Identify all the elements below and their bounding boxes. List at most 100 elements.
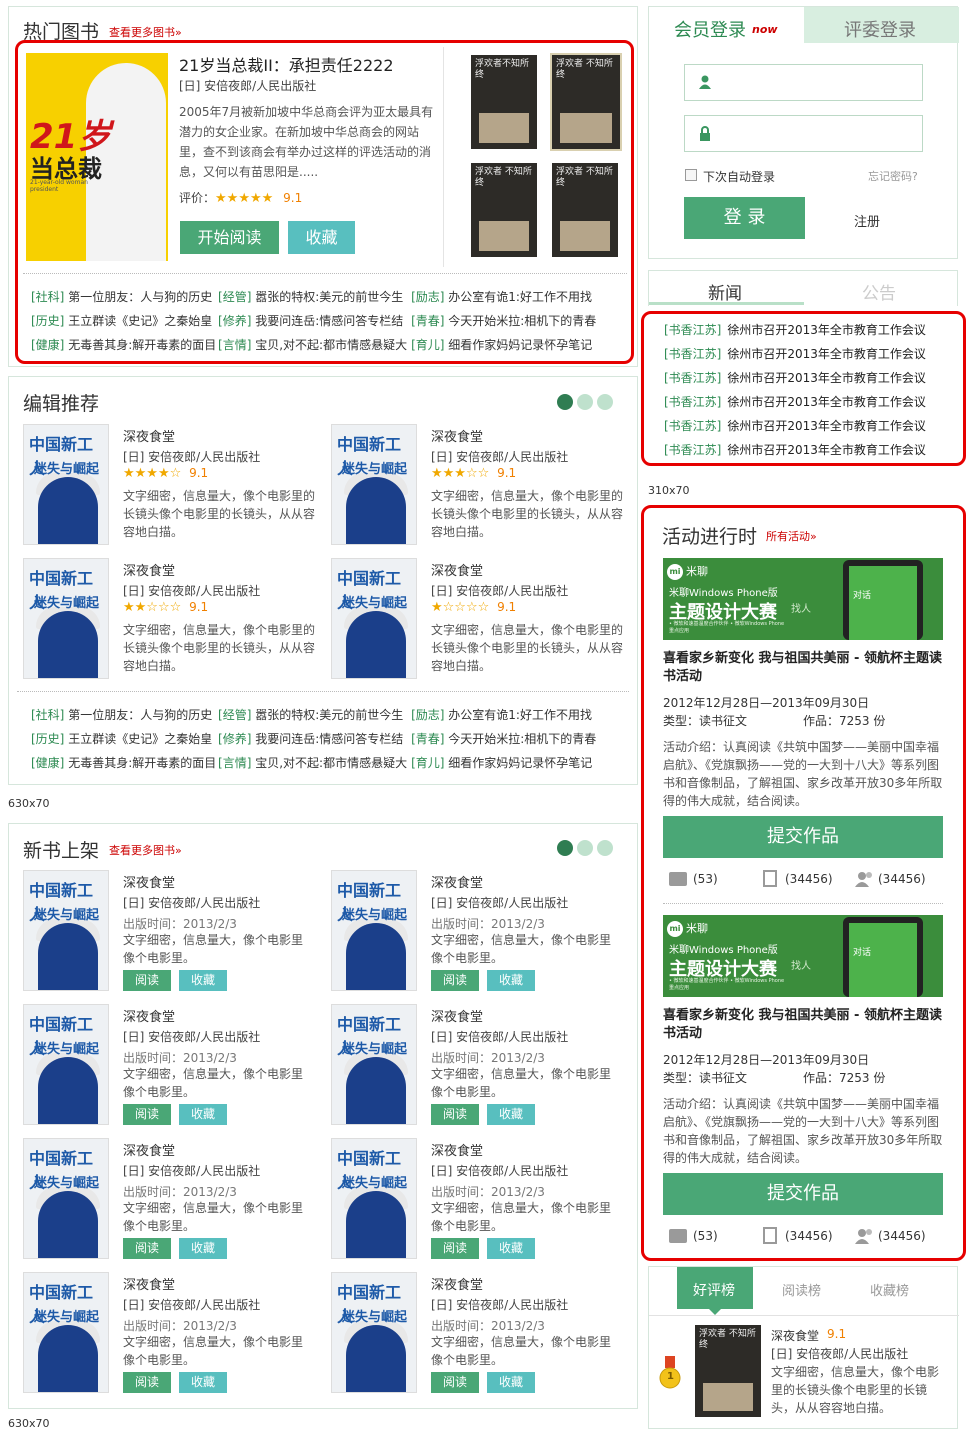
- carousel-dot[interactable]: [597, 840, 613, 856]
- hot-link-tag[interactable]: [修养]: [218, 314, 251, 328]
- hot-book-cover[interactable]: 21岁 当总裁 21-year-old woman president: [26, 53, 168, 261]
- news-item[interactable]: [书香江苏] 徐州市召开2013年全市教育工作会议: [664, 417, 926, 434]
- editor-link[interactable]: 我要问连岳:情感问答专栏结: [255, 730, 407, 747]
- register-link[interactable]: 注册: [854, 211, 880, 230]
- tab-member-login[interactable]: 会员登录 now: [649, 7, 804, 43]
- hot-link[interactable]: 我要问连岳:情感问答专栏结: [255, 312, 407, 329]
- news-item-tag[interactable]: [书香江苏]: [664, 419, 721, 433]
- newbook-fav-button[interactable]: 收藏: [179, 970, 227, 991]
- newbook-fav-button[interactable]: 收藏: [487, 1104, 535, 1125]
- activity-item-title[interactable]: 喜看家乡新变化 我与祖国共美丽 - 领航杯主题读书活动: [663, 650, 943, 686]
- editor-link[interactable]: 嚣张的特权:美元的前世今生: [255, 706, 407, 723]
- hot-link[interactable]: 细看作家妈妈记录怀孕笔记: [448, 338, 592, 352]
- tab-judge-login[interactable]: 评委登录: [804, 7, 959, 43]
- hot-link[interactable]: 办公室有诡1:好工作不用找: [448, 290, 592, 304]
- editor-book-cover[interactable]: 中国新工人 迷失与崛起: [331, 558, 417, 679]
- thumb-2[interactable]: 浮欢者 不知所终: [550, 53, 622, 151]
- news-item[interactable]: [书香江苏] 徐州市召开2013年全市教育工作会议: [664, 369, 926, 386]
- newbook-read-button[interactable]: 阅读: [431, 1104, 479, 1125]
- hot-link[interactable]: 王立群读《史记》之秦始皇: [68, 312, 214, 329]
- submit-work-button[interactable]: 提交作品: [663, 1173, 943, 1215]
- editor-link-tag[interactable]: [言情]: [218, 756, 251, 770]
- remember-label[interactable]: 下次自动登录: [703, 168, 775, 185]
- activity-more-link[interactable]: 所有活动»: [766, 528, 817, 544]
- newbook-read-button[interactable]: 阅读: [431, 970, 479, 991]
- newbook-fav-button[interactable]: 收藏: [487, 970, 535, 991]
- rank-book-title[interactable]: 深夜食堂: [771, 1327, 819, 1344]
- news-item-text[interactable]: 徐州市召开2013年全市教育工作会议: [727, 419, 926, 433]
- hot-link[interactable]: 嚣张的特权:美元的前世今生: [255, 288, 407, 305]
- news-item[interactable]: [书香江苏] 徐州市召开2013年全市教育工作会议: [664, 321, 926, 338]
- activity-item-title[interactable]: 喜看家乡新变化 我与祖国共美丽 - 领航杯主题读书活动: [663, 1007, 943, 1043]
- editor-link-tag[interactable]: [励志]: [411, 708, 444, 722]
- carousel-dot-active[interactable]: [557, 394, 573, 410]
- hot-link[interactable]: 宝贝,对不起:都市情感悬疑大: [255, 336, 407, 353]
- editor-book-title[interactable]: 深夜食堂: [431, 426, 483, 445]
- editor-link[interactable]: 王立群读《史记》之秦始皇: [68, 730, 214, 747]
- newbook-cover[interactable]: 中国新工人 迷失与崛起: [331, 870, 417, 991]
- editor-book-title[interactable]: 深夜食堂: [123, 560, 175, 579]
- login-button[interactable]: 登 录: [684, 197, 805, 239]
- carousel-dot[interactable]: [577, 840, 593, 856]
- hot-link[interactable]: 今天开始米拉:相机下的青春: [448, 314, 596, 328]
- newbook-cover[interactable]: 中国新工人 迷失与崛起: [331, 1138, 417, 1259]
- newbook-cover[interactable]: 中国新工人 迷失与崛起: [23, 870, 109, 991]
- news-item[interactable]: [书香江苏] 徐州市召开2013年全市教育工作会议: [664, 441, 926, 458]
- hot-fav-button[interactable]: 收藏: [288, 221, 355, 254]
- news-item-tag[interactable]: [书香江苏]: [664, 443, 721, 457]
- newbook-cover[interactable]: 中国新工人 迷失与崛起: [331, 1272, 417, 1393]
- editor-link-tag[interactable]: [青春]: [411, 732, 444, 746]
- news-item-tag[interactable]: [书香江苏]: [664, 371, 721, 385]
- hot-book-title[interactable]: 21岁当总裁II：承担责任2222: [179, 52, 394, 76]
- editor-link[interactable]: 无毒善其身:解开毒素的面目: [68, 754, 216, 771]
- hot-link-tag[interactable]: [健康]: [31, 338, 64, 352]
- newbook-title[interactable]: 深夜食堂: [431, 1274, 483, 1293]
- hot-link-tag[interactable]: [励志]: [411, 290, 444, 304]
- hot-link-tag[interactable]: [历史]: [31, 314, 64, 328]
- newbook-cover[interactable]: 中国新工人 迷失与崛起: [331, 1004, 417, 1125]
- newbook-read-button[interactable]: 阅读: [123, 1372, 171, 1393]
- editor-link-tag[interactable]: [社科]: [31, 708, 64, 722]
- thumb-3[interactable]: 浮欢者 不知所终: [471, 163, 537, 257]
- newbook-read-button[interactable]: 阅读: [123, 970, 171, 991]
- newbooks-more-link[interactable]: 查看更多图书»: [109, 842, 182, 858]
- username-field[interactable]: [684, 64, 923, 101]
- news-item[interactable]: [书香江苏] 徐州市召开2013年全市教育工作会议: [664, 393, 926, 410]
- hot-link-tag[interactable]: [经管]: [218, 290, 251, 304]
- password-field[interactable]: [684, 115, 923, 152]
- newbook-fav-button[interactable]: 收藏: [179, 1104, 227, 1125]
- editor-book-cover[interactable]: 中国新工人 迷失与崛起: [23, 558, 109, 679]
- newbook-fav-button[interactable]: 收藏: [179, 1372, 227, 1393]
- newbook-cover[interactable]: 中国新工人 迷失与崛起: [23, 1138, 109, 1259]
- hot-link-tag[interactable]: [育儿]: [411, 338, 444, 352]
- newbook-title[interactable]: 深夜食堂: [123, 872, 175, 891]
- editor-book-title[interactable]: 深夜食堂: [123, 426, 175, 445]
- newbook-fav-button[interactable]: 收藏: [487, 1372, 535, 1393]
- carousel-dot-active[interactable]: [557, 840, 573, 856]
- tab-fav-rank[interactable]: 收藏榜: [870, 1280, 909, 1299]
- newbook-title[interactable]: 深夜食堂: [123, 1140, 175, 1159]
- news-item-text[interactable]: 徐州市召开2013年全市教育工作会议: [727, 347, 926, 361]
- editor-link[interactable]: 细看作家妈妈记录怀孕笔记: [448, 756, 592, 770]
- news-item-tag[interactable]: [书香江苏]: [664, 395, 721, 409]
- editor-book-title[interactable]: 深夜食堂: [431, 560, 483, 579]
- carousel-dot[interactable]: [597, 394, 613, 410]
- hot-link-tag[interactable]: [言情]: [218, 338, 251, 352]
- news-item-text[interactable]: 徐州市召开2013年全市教育工作会议: [727, 371, 926, 385]
- remember-checkbox[interactable]: [685, 169, 697, 181]
- newbook-title[interactable]: 深夜食堂: [123, 1274, 175, 1293]
- activity-banner[interactable]: 对话 mi 米聊 米聊Windows Phone版 主题设计大赛 找人 • 微软和速基温度合…: [663, 558, 943, 640]
- editor-link[interactable]: 办公室有诡1:好工作不用找: [448, 708, 592, 722]
- editor-link-tag[interactable]: [健康]: [31, 756, 64, 770]
- start-read-button[interactable]: 开始阅读: [180, 221, 279, 254]
- thumb-4[interactable]: 浮欢者 不知所终: [552, 163, 618, 257]
- editor-link-tag[interactable]: [历史]: [31, 732, 64, 746]
- editor-link[interactable]: 第一位朋友：人与狗的历史: [68, 706, 214, 723]
- newbook-read-button[interactable]: 阅读: [123, 1104, 171, 1125]
- editor-link[interactable]: 宝贝,对不起:都市情感悬疑大: [255, 754, 407, 771]
- forgot-password-link[interactable]: 忘记密码?: [868, 168, 918, 184]
- tab-read-rank[interactable]: 阅读榜: [782, 1280, 821, 1299]
- newbook-fav-button[interactable]: 收藏: [487, 1238, 535, 1259]
- newbook-title[interactable]: 深夜食堂: [431, 1140, 483, 1159]
- thumb-1[interactable]: 浮欢者不知所终: [471, 55, 537, 149]
